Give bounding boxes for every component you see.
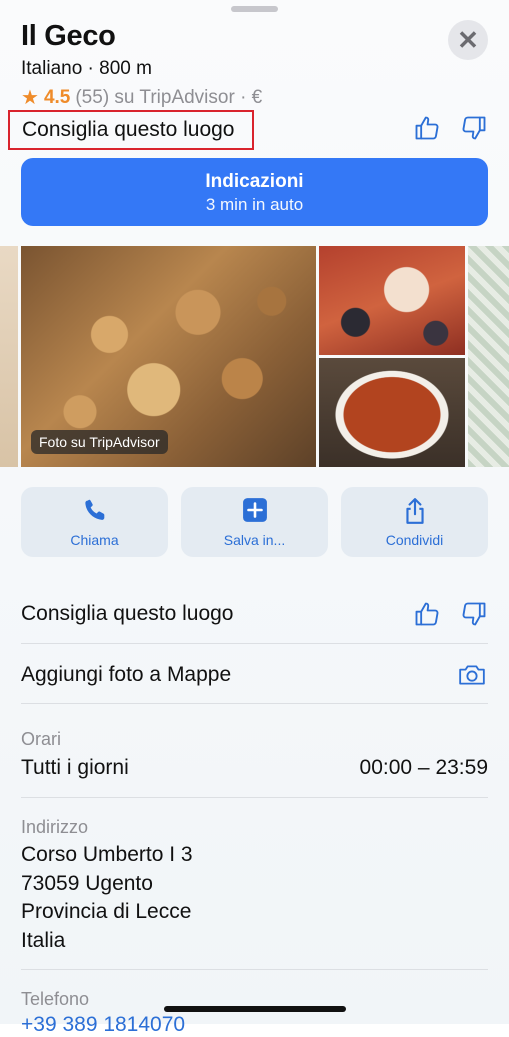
directions-button[interactable]: Indicazioni 3 min in auto [21, 158, 488, 226]
close-button[interactable]: ✕ [448, 20, 488, 60]
phone-label: Telefono [21, 989, 90, 1009]
place-title: Il Geco [21, 20, 116, 52]
recommend-place-text: Consiglia questo luogo [22, 118, 235, 141]
camera-icon[interactable] [458, 661, 486, 689]
thumbs-up-icon[interactable] [413, 600, 441, 628]
directions-title: Indicazioni [205, 171, 304, 192]
thumbs-up-icon[interactable] [413, 114, 441, 142]
photo-previous-partial[interactable] [0, 246, 18, 467]
place-subtitle: Italiano · 800 m [21, 58, 152, 79]
thumbs-down-icon[interactable] [460, 600, 488, 628]
photo-next-partial[interactable] [468, 246, 509, 467]
divider [21, 703, 488, 704]
photo-source-tag: Foto su TripAdvisor [31, 430, 168, 454]
place-card-sheet: Il Geco ✕ Italiano · 800 m ★ 4.5 (55) su… [0, 0, 509, 1036]
address-line-4: Italia [21, 929, 66, 952]
share-label: Condividi [385, 532, 444, 548]
call-label: Chiama [70, 532, 119, 548]
divider [21, 797, 488, 798]
add-photo-row[interactable]: Aggiungi foto a Mappe [21, 663, 231, 687]
photo-seafood[interactable] [319, 246, 465, 355]
divider [21, 969, 488, 970]
thumbs-down-icon[interactable] [460, 114, 488, 142]
plus-square-icon [242, 498, 267, 522]
address-line-1: Corso Umberto I 3 [21, 843, 193, 866]
phone-icon [84, 499, 104, 520]
phone-number-link[interactable]: +39 389 1814070 [21, 1013, 185, 1037]
close-icon: ✕ [457, 24, 479, 55]
divider [21, 643, 488, 644]
save-to-button[interactable]: Salva in... [181, 487, 328, 557]
share-button[interactable]: Condividi [341, 487, 488, 557]
rating-line: ★ 4.5 (55) su TripAdvisor · € [21, 85, 262, 110]
home-indicator[interactable] [164, 1006, 346, 1012]
hours-label: Orari [21, 729, 61, 749]
call-button[interactable]: Chiama [21, 487, 168, 557]
recommend-place-label[interactable]: Consiglia questo luogo [8, 110, 254, 150]
rating-value: 4.5 [43, 86, 71, 108]
directions-eta: 3 min in auto [205, 195, 304, 214]
rating-detail: (55) su TripAdvisor · € [75, 86, 263, 108]
recommend-row-label: Consiglia questo luogo [21, 602, 234, 625]
photo-pasta[interactable] [319, 358, 465, 467]
hours-time: 00:00 – 23:59 [359, 756, 488, 779]
sheet-grabber[interactable] [231, 6, 278, 12]
address-label: Indirizzo [21, 817, 89, 837]
share-icon [405, 498, 424, 524]
save-to-label: Salva in... [223, 532, 286, 548]
star-icon: ★ [21, 87, 39, 109]
hours-days: Tutti i giorni [21, 756, 129, 779]
address-line-2: 73059 Ugento [21, 872, 153, 895]
address-line-3: Provincia di Lecce [21, 900, 192, 923]
